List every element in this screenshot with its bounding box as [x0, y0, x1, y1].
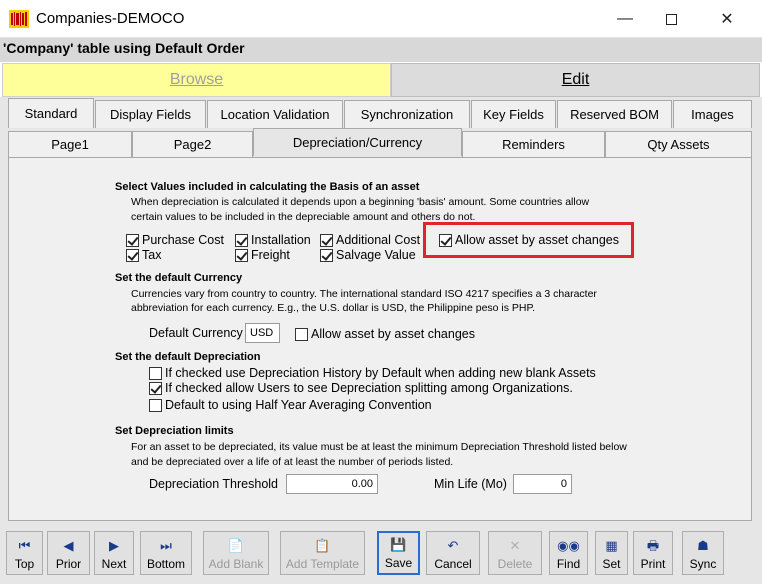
tab-depreciation-currency[interactable]: Depreciation/Currency	[253, 128, 462, 156]
top-button[interactable]: ⏮ Top	[6, 531, 43, 575]
tax-checkbox[interactable]: Tax	[126, 248, 161, 262]
purchase-cost-checkbox[interactable]: Purchase Cost	[126, 233, 224, 247]
depreciation-splitting-checkbox[interactable]: If checked allow Users to see Depreciati…	[149, 381, 573, 395]
default-currency-input[interactable]: USD	[245, 323, 280, 343]
depreciation-threshold-input[interactable]: 0.00	[286, 474, 378, 494]
tab-qty-assets[interactable]: Qty Assets	[605, 131, 752, 157]
tab-synchronization[interactable]: Synchronization	[344, 100, 470, 128]
min-life-input[interactable]: 0	[513, 474, 572, 494]
highlight-annotation	[423, 222, 634, 258]
limits-description-line2: and be depreciated over a life of at lea…	[131, 456, 454, 468]
network-sync-icon: ☗	[697, 538, 709, 553]
minimize-icon[interactable]: —	[602, 0, 648, 38]
checkbox-unchecked-icon	[149, 398, 162, 412]
prior-button[interactable]: ◀ Prior	[47, 531, 90, 575]
close-icon[interactable]: ✕	[704, 0, 750, 38]
limits-heading: Set Depreciation limits	[115, 425, 234, 437]
currency-description-line2: abbreviation for each currency. E.g., th…	[131, 302, 536, 314]
limits-description-line1: For an asset to be depreciated, its valu…	[131, 441, 627, 453]
table-caption: 'Company' table using Default Order	[0, 38, 762, 62]
checkbox-checked-icon	[149, 381, 162, 395]
undo-icon: ↶	[447, 538, 459, 553]
freight-checkbox[interactable]: Freight	[235, 248, 290, 262]
filter-set-icon: ▦	[605, 538, 618, 553]
delete-button[interactable]: ✕ Delete	[488, 531, 542, 575]
tab-images[interactable]: Images	[673, 100, 752, 128]
delete-x-icon: ✕	[509, 538, 521, 553]
salvage-value-checkbox[interactable]: Salvage Value	[320, 248, 416, 262]
depreciation-heading: Set the default Depreciation	[115, 351, 261, 363]
maximize-icon[interactable]	[648, 0, 694, 38]
last-record-icon: ⏭	[160, 538, 172, 553]
app-barcode-icon	[9, 10, 29, 28]
checkbox-unchecked-icon	[295, 327, 308, 341]
cancel-button[interactable]: ↶ Cancel	[426, 531, 480, 575]
sync-button[interactable]: ☗ Sync	[682, 531, 724, 575]
tab-key-fields[interactable]: Key Fields	[471, 100, 556, 128]
tab-location-validation[interactable]: Location Validation	[207, 100, 343, 128]
tab-display-fields[interactable]: Display Fields	[95, 100, 206, 128]
add-template-button[interactable]: 📋 Add Template	[280, 531, 365, 575]
tab-reserved-bom[interactable]: Reserved BOM	[557, 100, 672, 128]
binoculars-icon: ◉◉	[557, 538, 580, 553]
checkbox-checked-icon	[235, 248, 248, 262]
prior-record-icon: ◀	[63, 538, 74, 553]
save-button[interactable]: 💾 Save	[377, 531, 420, 575]
half-year-averaging-checkbox[interactable]: Default to using Half Year Averaging Con…	[149, 398, 432, 412]
floppy-disk-icon: 💾	[390, 537, 407, 552]
checkbox-checked-icon	[320, 233, 333, 247]
tab-page1[interactable]: Page1	[8, 131, 132, 157]
tab-page2[interactable]: Page2	[132, 131, 253, 157]
template-document-icon: 📋	[314, 538, 331, 553]
basis-description-line1: When depreciation is calculated it depen…	[131, 196, 590, 208]
depreciation-history-checkbox[interactable]: If checked use Depreciation History by D…	[149, 366, 596, 380]
min-life-label: Min Life (Mo)	[434, 477, 507, 491]
browse-mode-button[interactable]: Browse	[2, 63, 391, 97]
print-preview-icon: 🖶	[646, 538, 660, 553]
checkbox-checked-icon	[235, 233, 248, 247]
tab-reminders[interactable]: Reminders	[462, 131, 605, 157]
first-record-icon: ⏮	[18, 538, 31, 553]
checkbox-checked-icon	[126, 233, 139, 247]
print-button[interactable]: 🖶 Print	[633, 531, 673, 575]
add-blank-button[interactable]: 📄 Add Blank	[203, 531, 269, 575]
title-bar: Companies-DEMOCO — ✕	[0, 0, 762, 38]
bottom-button[interactable]: ⏭ Bottom	[140, 531, 192, 575]
next-button[interactable]: ▶ Next	[94, 531, 134, 575]
checkbox-checked-icon	[320, 248, 333, 262]
checkbox-unchecked-icon	[149, 366, 162, 380]
set-button[interactable]: ▦ Set	[595, 531, 628, 575]
currency-description-line1: Currencies vary from country to country.…	[131, 288, 597, 300]
edit-mode-button[interactable]: Edit	[391, 63, 760, 97]
installation-checkbox[interactable]: Installation	[235, 233, 311, 247]
currency-heading: Set the default Currency	[115, 272, 243, 284]
next-record-icon: ▶	[109, 538, 119, 553]
find-button[interactable]: ◉◉ Find	[549, 531, 588, 575]
tab-standard[interactable]: Standard	[8, 98, 94, 128]
checkbox-checked-icon	[126, 248, 139, 262]
basis-heading: Select Values included in calculating th…	[115, 181, 420, 193]
depreciation-threshold-label: Depreciation Threshold	[149, 477, 279, 491]
default-currency-label: Default Currency	[149, 326, 243, 340]
blank-document-icon: 📄	[227, 538, 245, 553]
currency-allow-changes-checkbox[interactable]: Allow asset by asset changes	[295, 327, 475, 341]
additional-cost-checkbox[interactable]: Additional Cost	[320, 233, 420, 247]
window-title: Companies-DEMOCO	[36, 10, 185, 27]
